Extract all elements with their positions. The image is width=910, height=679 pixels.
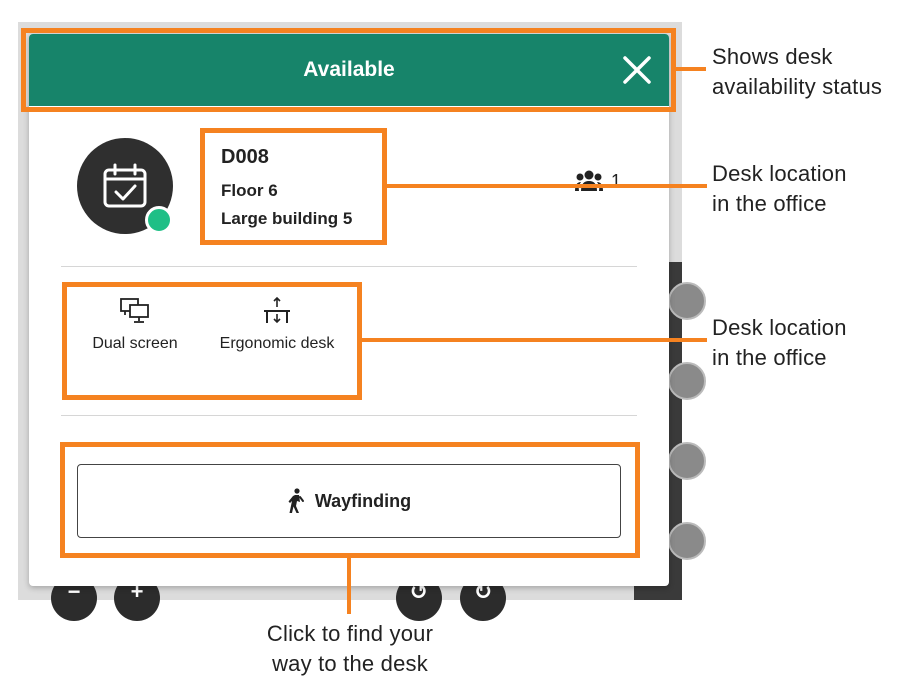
features-callout: Desk location in the office (712, 313, 847, 373)
wayfinding-highlight (60, 442, 640, 558)
divider (61, 415, 637, 416)
wayfinding-callout: Click to find your way to the desk (240, 619, 460, 679)
availability-dot (145, 206, 173, 234)
occupancy: 1 (575, 170, 621, 192)
desk-marker[interactable] (668, 282, 706, 320)
features-highlight (62, 282, 362, 400)
wayfinding-connector (347, 558, 351, 614)
status-highlight (21, 28, 676, 112)
desk-marker[interactable] (668, 442, 706, 480)
callout-line: availability status (712, 74, 883, 99)
callout-line: in the office (712, 191, 827, 216)
callout-line: in the office (712, 345, 827, 370)
status-connector (676, 67, 706, 71)
desk-marker[interactable] (668, 522, 706, 560)
divider (61, 266, 637, 267)
callout-line: Desk location (712, 161, 847, 186)
location-highlight (200, 128, 387, 245)
location-connector (387, 184, 707, 188)
people-icon (575, 170, 603, 191)
callout-line: Desk location (712, 315, 847, 340)
desk-marker[interactable] (668, 362, 706, 400)
status-callout: Shows desk availability status (712, 42, 882, 102)
callout-line: Click to find your (266, 621, 434, 646)
callout-line: way to the desk (272, 651, 428, 676)
calendar-check-icon (103, 163, 147, 208)
occupancy-count: 1 (611, 170, 622, 191)
callout-line: Shows desk (712, 44, 833, 69)
location-callout: Desk location in the office (712, 159, 847, 219)
features-connector (362, 338, 707, 342)
